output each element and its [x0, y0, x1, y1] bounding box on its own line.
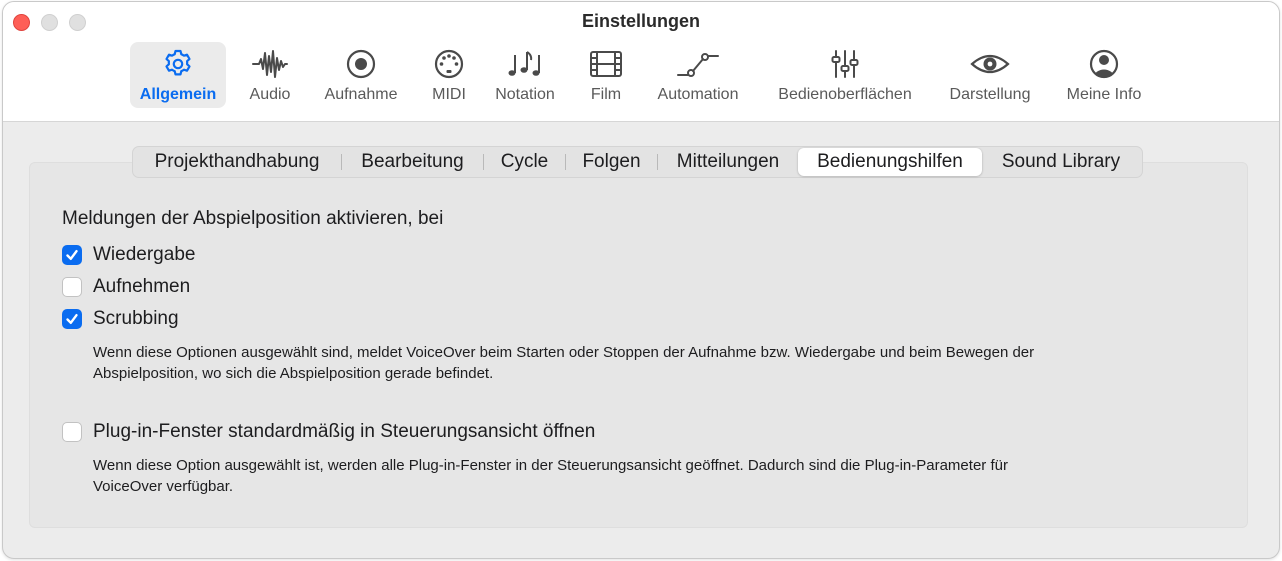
toolbar: Einstellungen Allgemein Audio Aufnahme M…	[3, 2, 1279, 122]
plugin-fenster-checkbox[interactable]	[62, 422, 82, 442]
record-icon	[344, 46, 378, 82]
checkbox-label: Wiedergabe	[93, 244, 196, 265]
toolbar-item-meine-info[interactable]: Meine Info	[1059, 42, 1149, 108]
tab-label: Projekthandhabung	[154, 151, 320, 172]
checkbox-label: Scrubbing	[93, 308, 179, 329]
music-notes-icon	[506, 46, 544, 82]
toolbar-label: Automation	[657, 86, 739, 103]
toolbar-item-darstellung[interactable]: Darstellung	[941, 42, 1039, 108]
aufnehmen-checkbox[interactable]	[62, 277, 82, 297]
description-line: VoiceOver verfügbar.	[93, 478, 234, 495]
checkbox-row-scrubbing[interactable]: Scrubbing	[62, 308, 179, 330]
tab-label: Mitteilungen	[676, 151, 780, 172]
toolbar-item-notation[interactable]: Notation	[489, 42, 561, 108]
tab-bearbeitung[interactable]: Bearbeitung	[342, 148, 483, 176]
toolbar-label: Allgemein	[139, 86, 217, 103]
checkbox-row-aufnehmen[interactable]: Aufnehmen	[62, 276, 190, 298]
description-line: Abspielposition, wo sich die Abspielposi…	[93, 365, 494, 382]
toolbar-label: Darstellung	[949, 86, 1031, 103]
eye-icon	[969, 46, 1011, 82]
playhead-description: Wenn diese Optionen ausgewählt sind, mel…	[93, 342, 1223, 384]
toolbar-item-bedienoberflaechen[interactable]: Bedienoberflächen	[767, 42, 923, 108]
toolbar-label: Aufnahme	[324, 86, 398, 103]
checkmark-icon	[66, 314, 78, 324]
tab-cycle[interactable]: Cycle	[484, 148, 565, 176]
tab-bar: Projekthandhabung Bearbeitung Cycle Folg…	[132, 146, 1143, 178]
toolbar-item-allgemein[interactable]: Allgemein	[130, 42, 226, 108]
toolbar-label: MIDI	[432, 86, 466, 103]
window-title: Einstellungen	[581, 11, 700, 31]
tab-projekthandhabung[interactable]: Projekthandhabung	[133, 148, 341, 176]
tab-mitteilungen[interactable]: Mitteilungen	[658, 148, 798, 176]
description-line: Wenn diese Option ausgewählt ist, werden…	[93, 457, 1008, 474]
checkbox-label: Plug-in-Fenster standardmäßig in Steueru…	[93, 421, 596, 442]
checkbox-label: Aufnehmen	[93, 276, 191, 297]
waveform-icon	[251, 46, 289, 82]
toolbar-label: Film	[590, 86, 622, 103]
sliders-icon	[828, 46, 862, 82]
tab-label: Cycle	[500, 151, 549, 172]
toolbar-label: Notation	[495, 86, 555, 103]
midi-port-icon	[432, 46, 466, 82]
toolbar-item-automation[interactable]: Automation	[650, 42, 746, 108]
checkbox-row-wiedergabe[interactable]: Wiedergabe	[62, 244, 195, 266]
toolbar-item-film[interactable]: Film	[582, 42, 630, 108]
tab-label: Bearbeitung	[361, 151, 464, 172]
gear-icon	[161, 46, 195, 82]
scrubbing-checkbox[interactable]	[62, 309, 82, 329]
section-heading: Meldungen der Abspielposition aktivieren…	[62, 208, 444, 229]
toolbar-label: Bedienoberflächen	[778, 86, 912, 103]
tab-label: Bedienungshilfen	[817, 151, 963, 172]
toolbar-label: Audio	[249, 86, 291, 103]
toolbar-item-midi[interactable]: MIDI	[424, 42, 474, 108]
toolbar-item-audio[interactable]: Audio	[243, 42, 297, 108]
checkmark-icon	[66, 250, 78, 260]
plugin-description: Wenn diese Option ausgewählt ist, werden…	[93, 455, 1223, 497]
tab-folgen[interactable]: Folgen	[566, 148, 657, 176]
toolbar-item-aufnahme[interactable]: Aufnahme	[316, 42, 406, 108]
checkbox-row-plugin-fenster[interactable]: Plug-in-Fenster standardmäßig in Steueru…	[62, 421, 595, 443]
wiedergabe-checkbox[interactable]	[62, 245, 82, 265]
tab-label: Folgen	[582, 151, 641, 172]
automation-curve-icon	[676, 46, 720, 82]
person-icon	[1087, 46, 1121, 82]
toolbar-label: Meine Info	[1066, 86, 1142, 103]
film-icon	[588, 46, 624, 82]
description-line: Wenn diese Optionen ausgewählt sind, mel…	[93, 344, 1035, 361]
tab-bedienungshilfen[interactable]: Bedienungshilfen	[798, 148, 982, 176]
tab-label: Sound Library	[1001, 151, 1121, 172]
tab-sound-library[interactable]: Sound Library	[982, 148, 1140, 176]
